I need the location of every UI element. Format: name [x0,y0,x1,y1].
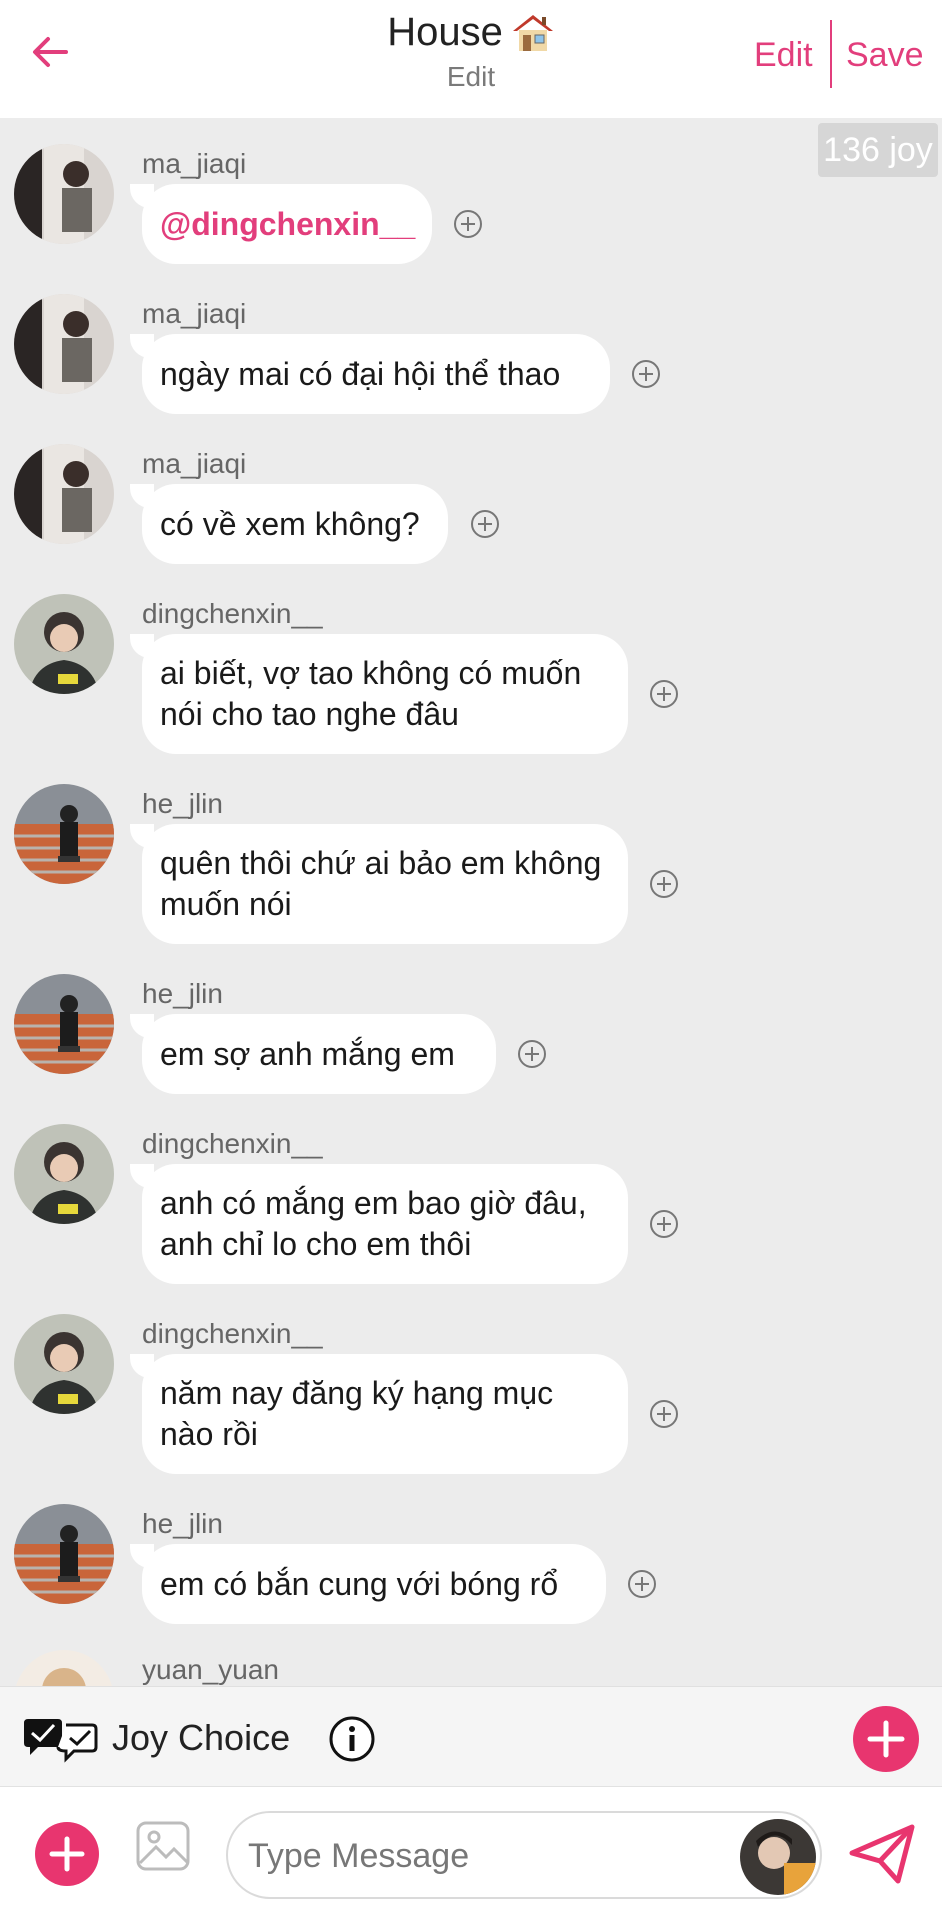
message-username: dingchenxin__ [142,598,323,629]
message-text[interactable]: anh có mắng em bao giờ đâu, anh chỉ lo c… [160,1183,610,1265]
edit-button[interactable]: Edit [754,36,813,75]
message-bubble[interactable]: quên thôi chứ ai bảo em không muốn nói [142,824,628,944]
add-reaction-icon[interactable] [452,208,484,240]
message-composer [0,1786,942,1920]
add-reaction-icon[interactable] [648,1398,680,1430]
send-icon[interactable] [848,1821,916,1887]
avatar[interactable] [14,444,114,544]
message-text[interactable]: năm nay đăng ký hạng mục nào rồi [160,1373,610,1455]
save-button[interactable]: Save [846,36,924,75]
message-username: ma_jiaqi [142,298,247,329]
joy-choice-label[interactable]: Joy Choice [112,1717,290,1759]
message-item: dingchenxin__ anh có mắng em bao giờ đâu… [0,1120,942,1300]
message-item: ma_jiaqi ngày mai có đại hội thể thao [0,290,942,430]
joy-choice-bar: Joy Choice [0,1686,942,1786]
avatar[interactable] [14,144,114,244]
message-item: dingchenxin__ ai biết, vợ tao không có m… [0,590,942,770]
message-username: dingchenxin__ [142,1318,323,1349]
avatar[interactable] [14,1650,114,1686]
add-reaction-icon[interactable] [516,1038,548,1070]
message-text[interactable]: em sợ anh mắng em [160,1034,455,1075]
avatar[interactable] [14,1124,114,1224]
message-item: dingchenxin__ năm nay đăng ký hạng mục n… [0,1310,942,1490]
message-item: he_jlin em sợ anh mắng em [0,970,942,1110]
message-text[interactable]: quên thôi chứ ai bảo em không muốn nói [160,843,610,925]
message-item: he_jlin quên thôi chứ ai bảo em không mu… [0,780,942,960]
avatar[interactable] [14,1504,114,1604]
add-attachment-button[interactable] [34,1821,100,1887]
message-item: ma_jiaqi @dingchenxin__ [0,140,942,280]
message-bubble[interactable]: @dingchenxin__ [142,184,432,264]
message-item: ma_jiaqi có về xem không? [0,440,942,580]
joy-add-button[interactable] [852,1705,920,1773]
message-username: he_jlin [142,788,223,819]
avatar[interactable] [14,294,114,394]
message-username: ma_jiaqi [142,448,247,479]
house-emoji-icon [512,14,553,51]
message-text[interactable]: có về xem không? [160,504,420,545]
message-username: he_jlin [142,1508,223,1539]
message-username: he_jlin [142,978,223,1009]
message-username: ma_jiaqi [142,148,247,179]
chat-header: House Edit Edit Save [0,0,942,118]
message-input-wrapper [226,1811,822,1899]
header-divider [830,20,832,88]
message-text[interactable]: em có bắn cung với bóng rổ [160,1564,558,1605]
add-reaction-icon[interactable] [626,1568,658,1600]
message-bubble[interactable]: anh có mắng em bao giờ đâu, anh chỉ lo c… [142,1164,628,1284]
message-username: yuan_yuan [142,1654,280,1685]
add-reaction-icon[interactable] [648,678,680,710]
avatar[interactable] [14,1314,114,1414]
add-reaction-icon[interactable] [469,508,501,540]
message-username: dingchenxin__ [142,1128,323,1159]
message-bubble[interactable]: có về xem không? [142,484,448,564]
message-bubble[interactable]: em sợ anh mắng em [142,1014,496,1094]
message-text[interactable]: @dingchenxin__ [160,204,415,245]
info-icon[interactable] [328,1715,376,1763]
message-item: he_jlin em có bắn cung với bóng rổ [0,1500,942,1640]
message-bubble[interactable]: ai biết, vợ tao không có muốn nói cho ta… [142,634,628,754]
add-reaction-icon[interactable] [648,1208,680,1240]
chat-title: House [387,10,503,54]
add-reaction-icon[interactable] [648,868,680,900]
message-input[interactable] [248,1831,728,1881]
double-check-bubble-icon[interactable] [22,1713,102,1763]
message-item: yuan_yuan [0,1650,942,1686]
message-text[interactable]: ai biết, vợ tao không có muốn nói cho ta… [160,653,610,735]
message-bubble[interactable]: ngày mai có đại hội thể thao [142,334,610,414]
message-bubble[interactable]: em có bắn cung với bóng rổ [142,1544,606,1624]
add-reaction-icon[interactable] [630,358,662,390]
avatar[interactable] [14,784,114,884]
message-text[interactable]: ngày mai có đại hội thể thao [160,354,560,395]
avatar[interactable] [14,974,114,1074]
avatar[interactable] [14,594,114,694]
image-icon[interactable] [134,1817,192,1875]
character-avatar[interactable] [740,1819,816,1895]
message-bubble[interactable]: năm nay đăng ký hạng mục nào rồi [142,1354,628,1474]
